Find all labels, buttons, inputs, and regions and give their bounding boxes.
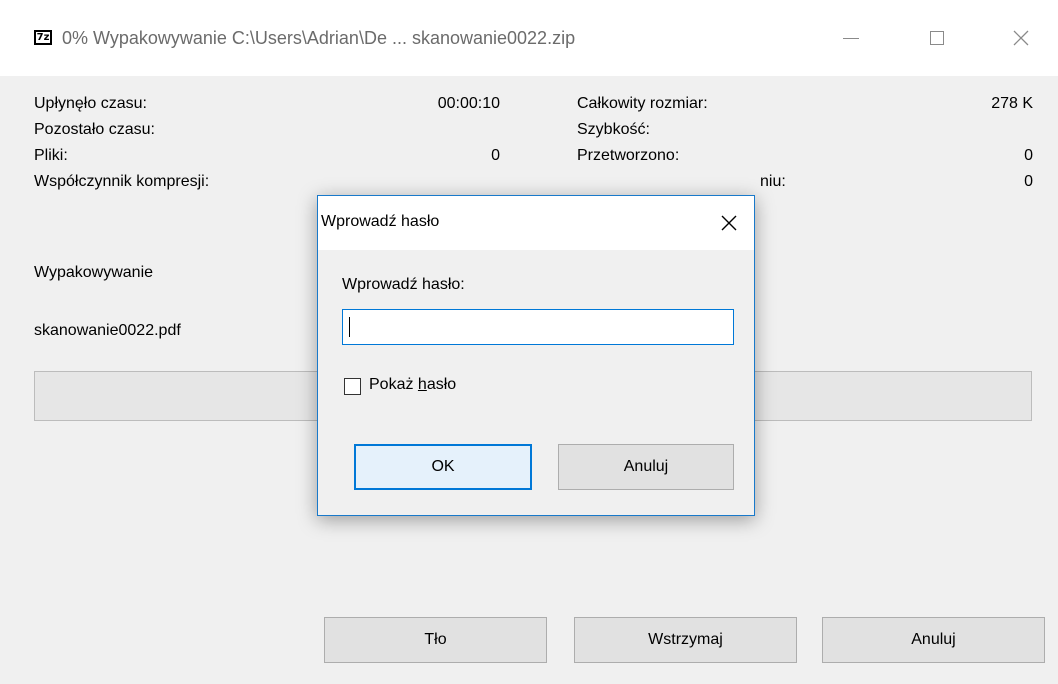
7zip-app-icon: 7z <box>34 30 52 45</box>
password-input[interactable] <box>342 309 734 345</box>
processed-label: Przetworzono: <box>577 147 680 164</box>
speed-label: Szybkość: <box>577 121 650 138</box>
current-file-name: skanowanie0022.pdf <box>34 322 181 339</box>
minimize-button[interactable] <box>828 20 874 56</box>
processed-value: 0 <box>1024 147 1033 164</box>
minimize-icon <box>843 37 859 39</box>
password-prompt-label: Wprowadź hasło: <box>342 276 465 293</box>
dialog-cancel-button[interactable]: Anuluj <box>558 444 734 490</box>
show-password-label[interactable]: Pokaż hasło <box>369 376 456 394</box>
files-value: 0 <box>491 147 500 164</box>
dialog-close-button[interactable] <box>714 208 744 238</box>
remaining-time-label: Pozostało czasu: <box>34 121 155 138</box>
password-dialog: Wprowadź hasło Wprowadź hasło: Pokaż has… <box>317 195 755 516</box>
cancel-button[interactable]: Anuluj <box>822 617 1045 663</box>
ok-button[interactable]: OK <box>354 444 532 490</box>
compression-ratio-label: Współczynnik kompresji: <box>34 173 210 190</box>
total-size-label: Całkowity rozmiar: <box>577 95 708 112</box>
packed-size-label-partial: niu: <box>760 173 786 190</box>
close-icon <box>721 215 737 231</box>
close-button[interactable] <box>998 20 1044 56</box>
close-icon <box>1013 30 1029 46</box>
maximize-button[interactable] <box>914 20 960 56</box>
total-size-value: 278 K <box>991 95 1033 112</box>
packed-size-value: 0 <box>1024 173 1033 190</box>
show-password-checkbox[interactable] <box>344 378 361 395</box>
maximize-icon <box>930 31 944 45</box>
elapsed-time-value: 00:00:10 <box>437 95 500 112</box>
background-button[interactable]: Tło <box>324 617 547 663</box>
window-title: 0% Wypakowywanie C:\Users\Adrian\De ... … <box>62 28 576 48</box>
dialog-titlebar[interactable]: Wprowadź hasło <box>318 196 754 250</box>
text-caret <box>349 317 350 337</box>
pause-button[interactable]: Wstrzymaj <box>574 617 797 663</box>
window-titlebar[interactable]: 7z 0% Wypakowywanie C:\Users\Adrian\De .… <box>0 0 1058 76</box>
elapsed-time-label: Upłynęło czasu: <box>34 95 147 112</box>
operation-status: Wypakowywanie <box>34 264 154 281</box>
files-label: Pliki: <box>34 147 68 164</box>
dialog-title: Wprowadź hasło <box>321 213 440 230</box>
